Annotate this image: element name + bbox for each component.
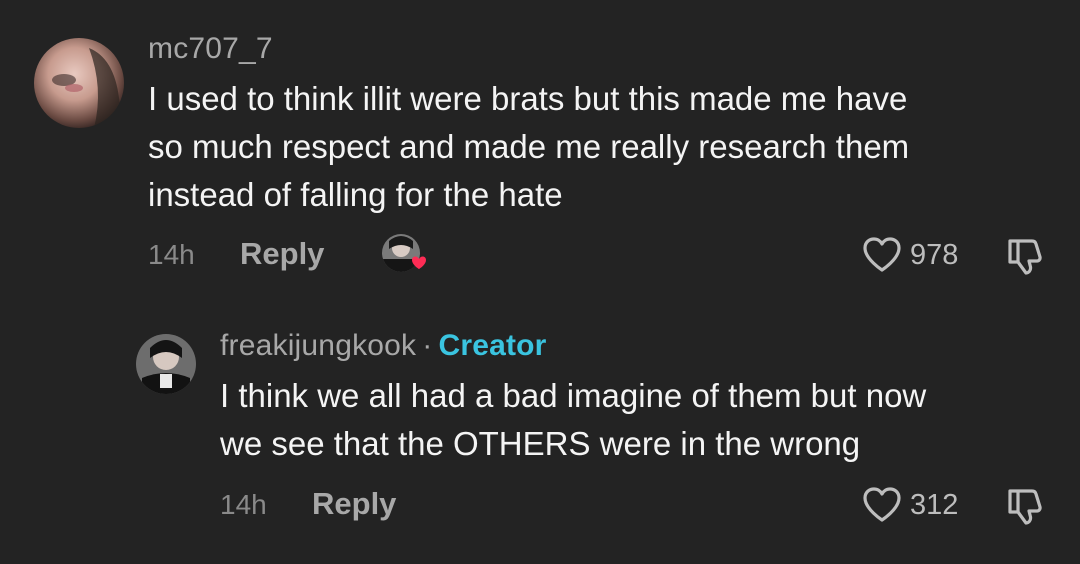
reply-text-line: we see that the OTHERS were in the wrong — [220, 425, 861, 462]
heart-outline-icon — [863, 237, 901, 272]
separator-dot: · — [422, 329, 433, 362]
reply-text: I think we all had a bad imagine of them… — [220, 372, 1070, 468]
reply-like-count: 312 — [910, 488, 959, 521]
creator-liked-badge — [381, 233, 426, 277]
comment-text-line: I used to think illit were brats but thi… — [148, 80, 908, 117]
replier-username-line: freakijungkook · Creator — [220, 329, 547, 363]
reply-like-button[interactable]: 312 — [862, 486, 958, 524]
reply-button[interactable]: Reply — [240, 236, 324, 272]
commenter-username[interactable]: mc707_7 — [148, 32, 273, 66]
replier-avatar[interactable] — [136, 334, 196, 394]
comment-text: I used to think illit were brats but thi… — [148, 75, 1068, 219]
like-button[interactable]: 978 — [862, 236, 958, 274]
creator-badge: Creator — [438, 329, 547, 362]
reply-text-line: I think we all had a bad imagine of them… — [220, 377, 927, 414]
comment-timestamp: 14h — [148, 239, 195, 270]
commenter-avatar[interactable] — [34, 38, 124, 128]
comment-text-line: so much respect and made me really resea… — [148, 128, 910, 165]
reply-timestamp: 14h — [220, 489, 267, 520]
heart-outline-icon — [863, 487, 901, 522]
like-count: 978 — [910, 238, 959, 271]
replier-username[interactable]: freakijungkook — [220, 329, 416, 362]
thumbs-down-icon — [1008, 239, 1042, 275]
thumbs-down-icon — [1008, 489, 1042, 525]
creator-liked-heart-icon — [382, 234, 426, 272]
reply-to-reply-button[interactable]: Reply — [312, 486, 396, 522]
reply-dislike-button[interactable] — [1004, 486, 1046, 531]
dislike-button[interactable] — [1004, 236, 1046, 281]
comment-text-line: instead of falling for the hate — [148, 176, 563, 213]
